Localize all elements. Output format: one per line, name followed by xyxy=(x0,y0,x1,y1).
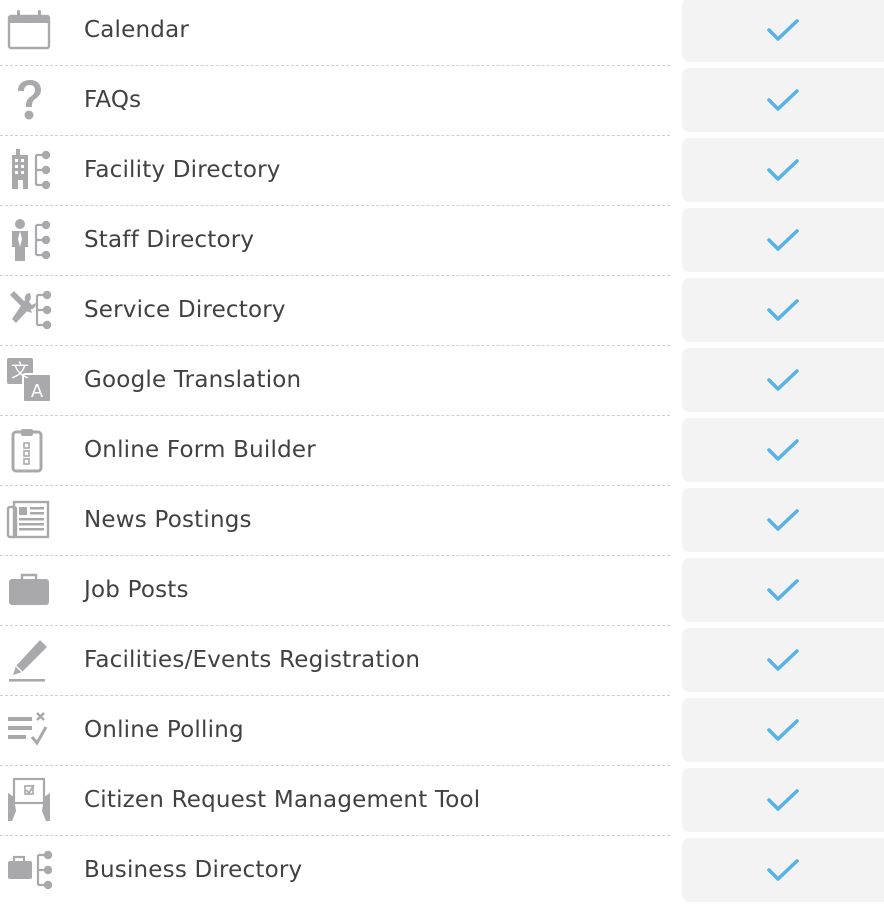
question-icon xyxy=(6,77,52,123)
feature-row: 文A Google Translation xyxy=(0,345,884,415)
feature-row: Staff Directory xyxy=(0,205,884,275)
feature-row: Job Posts xyxy=(0,555,884,625)
person-directory-icon xyxy=(6,217,52,263)
feature-row: Facility Directory xyxy=(0,135,884,205)
feature-label: Facilities/Events Registration xyxy=(84,647,421,673)
feature-label: News Postings xyxy=(84,507,252,533)
feature-label: Online Polling xyxy=(84,717,244,743)
included-cell xyxy=(682,488,884,552)
feature-label: Citizen Request Management Tool xyxy=(84,787,481,813)
feature-label: Job Posts xyxy=(84,577,189,603)
feature-row: FAQs xyxy=(0,65,884,135)
tools-directory-icon xyxy=(6,287,52,333)
feature-row: Calendar xyxy=(0,0,884,65)
svg-text:A: A xyxy=(31,381,44,402)
feature-row: Online Form Builder xyxy=(0,415,884,485)
feature-label: Facility Directory xyxy=(84,157,281,183)
building-directory-icon xyxy=(6,147,52,193)
feature-row: Business Directory xyxy=(0,835,884,905)
included-cell xyxy=(682,208,884,272)
request-board-icon xyxy=(6,777,52,823)
briefcase-icon xyxy=(6,567,52,613)
poll-checklist-icon xyxy=(6,707,52,753)
included-cell xyxy=(682,768,884,832)
feature-row: Facilities/Events Registration xyxy=(0,625,884,695)
included-cell xyxy=(682,278,884,342)
included-cell xyxy=(682,698,884,762)
feature-label: Business Directory xyxy=(84,857,303,883)
included-cell xyxy=(682,628,884,692)
pencil-icon xyxy=(6,637,52,683)
feature-row: Service Directory xyxy=(0,275,884,345)
included-cell xyxy=(682,0,884,62)
feature-label: Google Translation xyxy=(84,367,302,393)
briefcase-directory-icon xyxy=(6,847,53,893)
feature-label: FAQs xyxy=(84,87,142,113)
feature-row: News Postings xyxy=(0,485,884,555)
included-cell xyxy=(682,838,884,902)
included-cell xyxy=(682,348,884,412)
included-cell xyxy=(682,68,884,132)
feature-label: Service Directory xyxy=(84,297,286,323)
feature-label: Calendar xyxy=(84,17,190,43)
svg-text:文: 文 xyxy=(11,361,29,382)
clipboard-form-icon xyxy=(6,427,52,473)
feature-label: Staff Directory xyxy=(84,227,255,253)
included-cell xyxy=(682,138,884,202)
calendar-icon xyxy=(6,7,52,53)
newspaper-icon xyxy=(6,497,52,543)
feature-row: Citizen Request Management Tool xyxy=(0,765,884,835)
feature-label: Online Form Builder xyxy=(84,437,316,463)
translate-icon: 文A xyxy=(6,357,52,403)
included-cell xyxy=(682,558,884,622)
feature-row: Online Polling xyxy=(0,695,884,765)
included-cell xyxy=(682,418,884,482)
